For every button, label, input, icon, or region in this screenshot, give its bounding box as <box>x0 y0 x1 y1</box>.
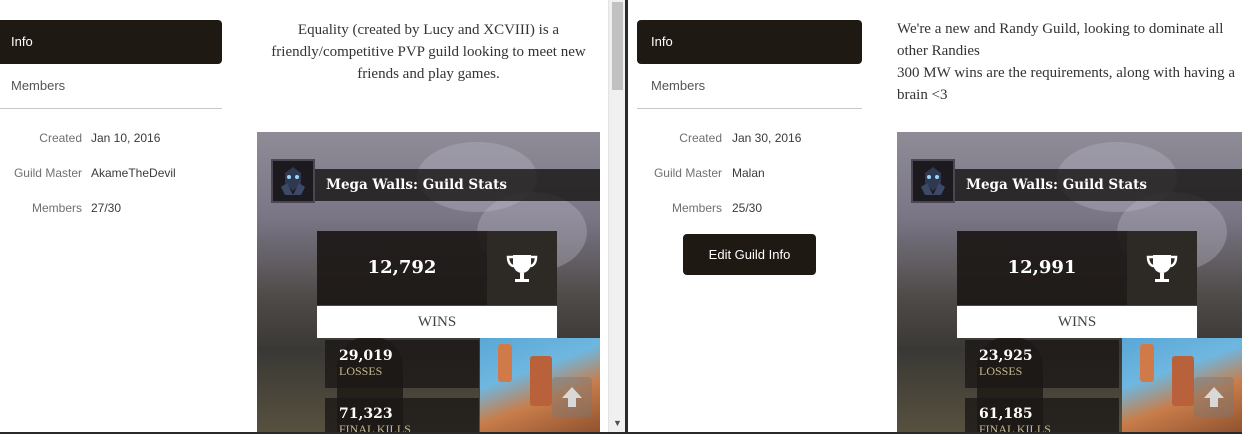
created-date: Jan 30, 2016 <box>732 131 802 145</box>
card-title: Mega Walls: Guild Stats <box>326 177 508 193</box>
nav-item-info[interactable]: Info <box>637 20 862 64</box>
meta-row-created: Created Jan 10, 2016 <box>0 128 234 148</box>
meta-label: Created <box>39 131 82 145</box>
meta-row-guild-master: Guild Master Malan <box>628 163 862 183</box>
description-line: 300 MW wins are the requirements, along … <box>897 65 1235 103</box>
guild-description: We're a new and Randy Guild, looking to … <box>897 18 1242 106</box>
nav-item-info[interactable]: Info <box>0 20 222 64</box>
meta-label: Guild Master <box>653 166 722 180</box>
arrow-up-icon[interactable] <box>1194 377 1234 417</box>
stat-losses: 29,019 LOSSES <box>325 340 479 388</box>
guild-stats-card: Mega Walls: Guild Stats 12,792 WINS 29,0… <box>257 132 600 434</box>
guild-stats-card: Mega Walls: Guild Stats 12,991 WINS 23,9… <box>897 132 1242 434</box>
stat-final-kills: 71,323 FINAL KILLS <box>325 398 479 434</box>
guild-description: Equality (created by Lucy and XCVIII) is… <box>271 22 586 82</box>
guild-emblem-icon <box>911 159 955 203</box>
card-header: Mega Walls: Guild Stats <box>271 159 600 219</box>
meta-label: Created <box>679 131 722 145</box>
nav-item-members[interactable]: Members <box>637 64 862 109</box>
trophy-icon <box>1127 231 1197 305</box>
meta-label: Members <box>31 201 82 215</box>
trophy-icon <box>487 231 557 305</box>
losses-label: LOSSES <box>979 364 1023 378</box>
meta-row-created: Created Jan 30, 2016 <box>628 128 862 148</box>
wins-value: 12,792 <box>367 257 437 278</box>
scroll-down-arrow-icon[interactable]: ▼ <box>613 419 622 428</box>
vertical-scrollbar[interactable]: ▼ <box>608 0 625 434</box>
castle-tower <box>1140 344 1154 382</box>
card-header: Mega Walls: Guild Stats <box>911 159 1242 219</box>
card-title: Mega Walls: Guild Stats <box>966 177 1148 193</box>
castle-tower <box>498 344 512 382</box>
losses-value: 29,019 <box>339 348 393 364</box>
member-count: 25/30 <box>732 201 763 215</box>
castle-tower <box>530 356 552 406</box>
stat-losses: 23,925 LOSSES <box>965 340 1119 388</box>
meta-label: Guild Master <box>13 166 82 180</box>
final-kills-value: 61,185 <box>979 406 1033 422</box>
guild-pane-right: Info Members Created Jan 30, 2016 Guild … <box>628 0 1242 434</box>
guild-emblem-icon <box>271 159 315 203</box>
meta-row-guild-master: Guild Master AkameTheDevil <box>0 163 234 183</box>
wins-label: WINS <box>957 306 1197 338</box>
final-kills-value: 71,323 <box>339 406 393 422</box>
meta-row-members: Members 25/30 <box>628 198 862 218</box>
arrow-up-icon[interactable] <box>552 377 592 417</box>
scrollbar-thumb[interactable] <box>612 2 623 90</box>
losses-label: LOSSES <box>339 364 383 378</box>
wins-value: 12,991 <box>1007 257 1077 278</box>
guild-master-name: Malan <box>732 166 765 180</box>
guild-master-name: AkameTheDevil <box>91 166 176 180</box>
stat-final-kills: 61,185 FINAL KILLS <box>965 398 1119 434</box>
losses-value: 23,925 <box>979 348 1033 364</box>
created-date: Jan 10, 2016 <box>91 131 161 145</box>
description-line: We're a new and Randy Guild, looking to … <box>897 21 1224 59</box>
member-count: 27/30 <box>91 201 122 215</box>
meta-label: Members <box>671 201 722 215</box>
wins-box: 12,792 <box>317 231 557 305</box>
guild-pane-left: Info Members Created Jan 10, 2016 Guild … <box>0 0 608 434</box>
edit-guild-info-button[interactable]: Edit Guild Info <box>683 234 816 275</box>
nav-item-members[interactable]: Members <box>0 64 222 109</box>
wins-box: 12,991 <box>957 231 1197 305</box>
meta-row-members: Members 27/30 <box>0 198 234 218</box>
castle-tower <box>1172 356 1194 406</box>
wins-label: WINS <box>317 306 557 338</box>
